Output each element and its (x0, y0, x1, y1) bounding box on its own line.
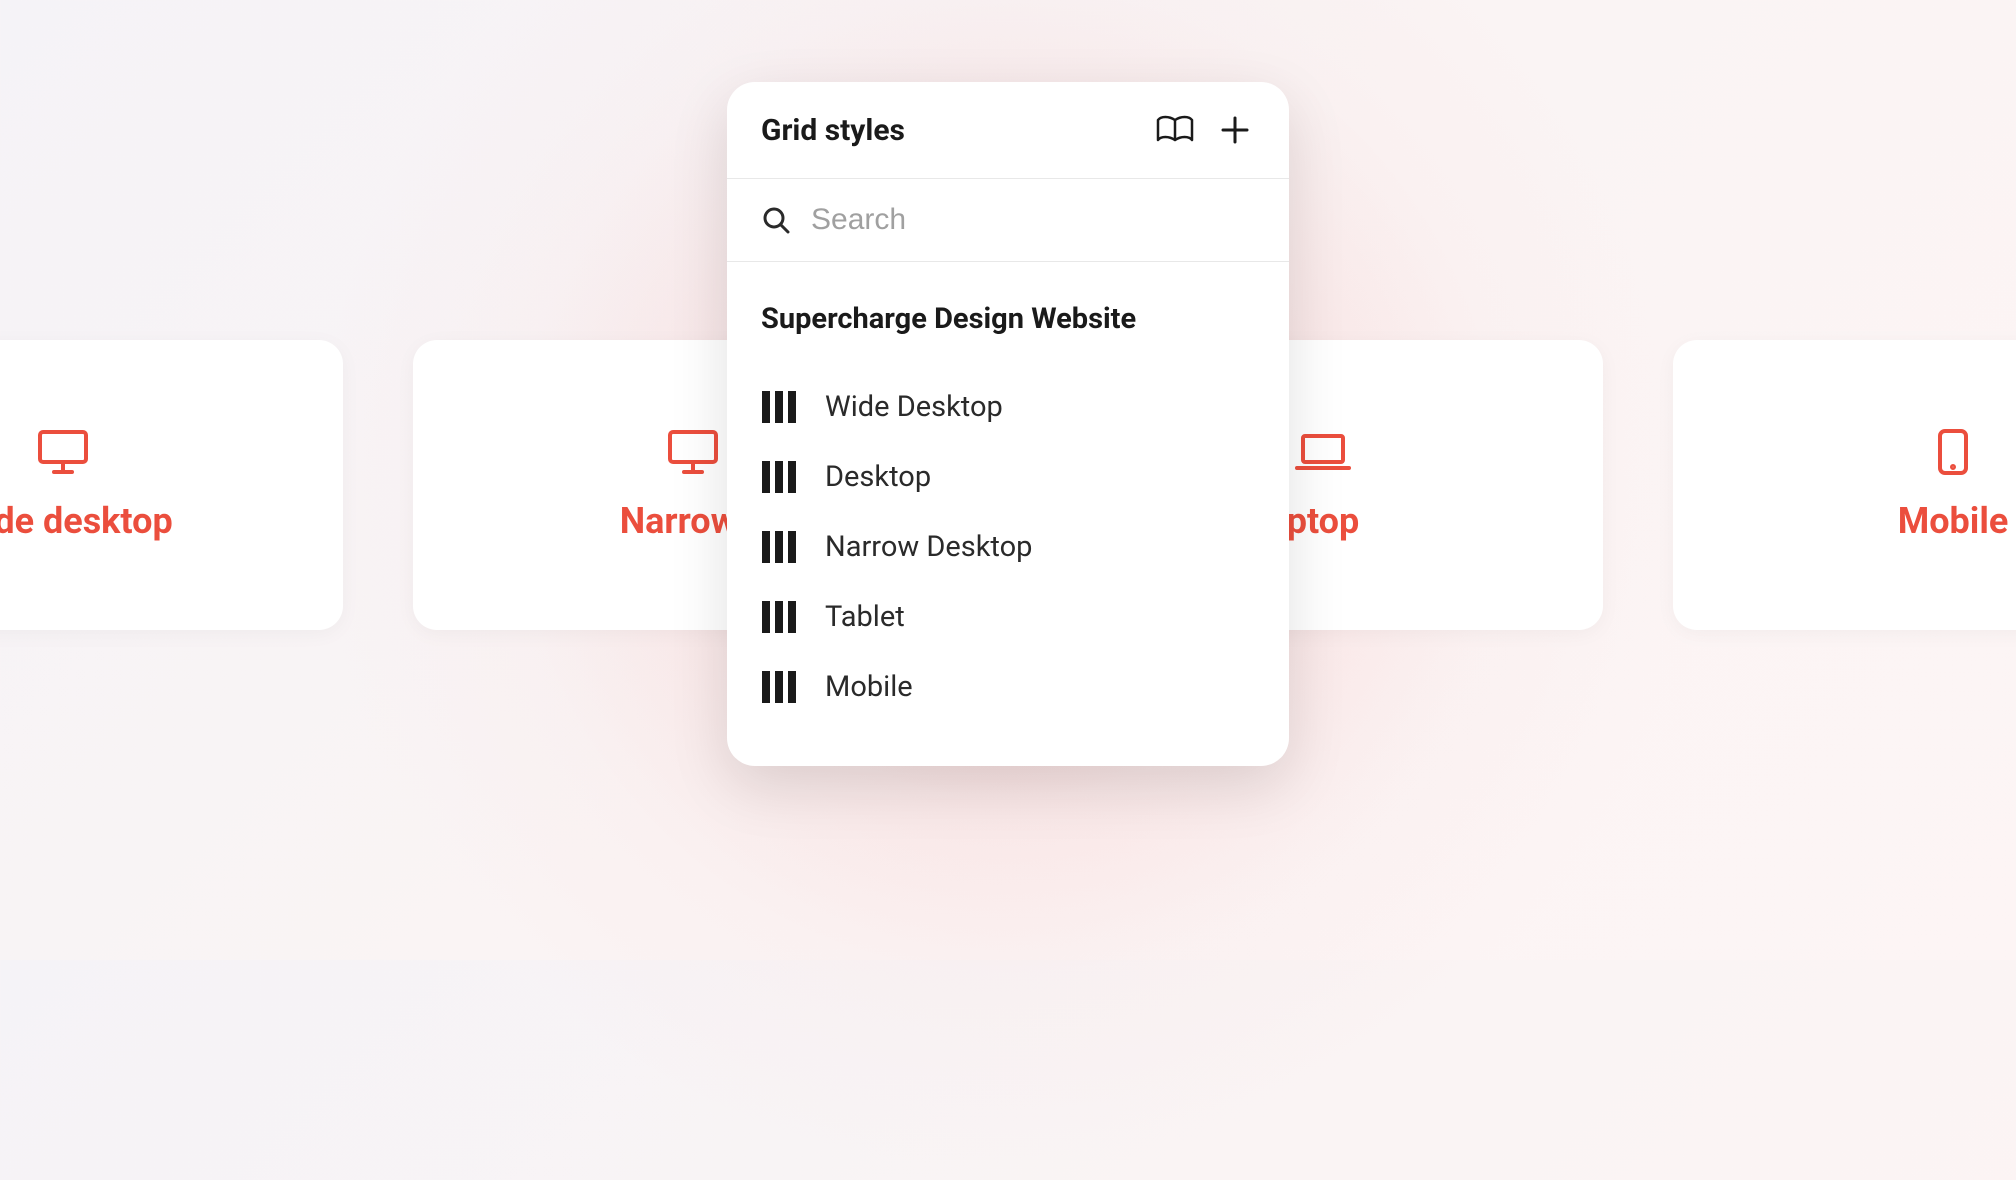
device-card-label: Mobile (1898, 500, 2009, 542)
device-card-wide-desktop[interactable]: Wide desktop (0, 340, 343, 630)
style-item-label: Desktop (825, 460, 931, 494)
style-item-label: Wide Desktop (825, 390, 1003, 424)
panel-body: Supercharge Design Website Wide Desktop … (727, 262, 1289, 766)
device-card-label: Wide desktop (0, 500, 173, 542)
device-card-label: ptop (1287, 500, 1360, 542)
grid-columns-icon (761, 461, 797, 493)
plus-icon[interactable] (1215, 110, 1255, 150)
style-list: Wide Desktop Desktop Narrow Desktop Tabl… (761, 372, 1255, 722)
panel-header: Grid styles (727, 82, 1289, 179)
style-item-label: Tablet (825, 600, 905, 634)
mobile-icon (1925, 428, 1981, 476)
search-icon (761, 205, 791, 235)
search-input[interactable] (811, 203, 1255, 237)
style-item-narrow-desktop[interactable]: Narrow Desktop (761, 512, 1255, 582)
style-item-wide-desktop[interactable]: Wide Desktop (761, 372, 1255, 442)
style-item-label: Narrow Desktop (825, 530, 1032, 564)
style-item-tablet[interactable]: Tablet (761, 582, 1255, 652)
search-row (727, 179, 1289, 262)
desktop-icon (665, 428, 721, 476)
grid-columns-icon (761, 391, 797, 423)
device-card-mobile[interactable]: Mobile (1673, 340, 2016, 630)
laptop-icon (1295, 428, 1351, 476)
grid-styles-panel: Grid styles Supercharge Design Website (727, 82, 1289, 766)
library-icon[interactable] (1155, 110, 1195, 150)
style-group-title: Supercharge Design Website (761, 302, 1255, 336)
grid-columns-icon (761, 671, 797, 703)
desktop-icon (35, 428, 91, 476)
style-item-label: Mobile (825, 670, 913, 704)
grid-columns-icon (761, 531, 797, 563)
style-item-desktop[interactable]: Desktop (761, 442, 1255, 512)
style-item-mobile[interactable]: Mobile (761, 652, 1255, 722)
panel-title: Grid styles (761, 113, 1135, 148)
grid-columns-icon (761, 601, 797, 633)
